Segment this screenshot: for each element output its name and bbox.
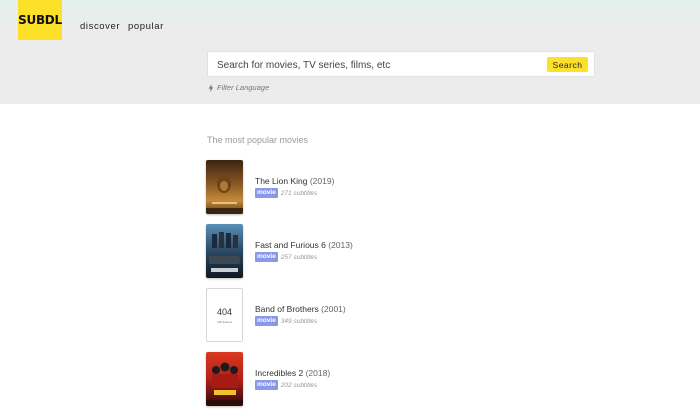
movie-title-text: Incredibles 2 — [255, 368, 304, 378]
movie-meta: movie 202 subtitles — [255, 380, 317, 390]
movie-title[interactable]: The Lion King (2019) — [255, 176, 334, 186]
movie-item[interactable]: The Lion King (2019) movie 271 subtitles — [206, 160, 506, 216]
fast-furious-poster[interactable] — [206, 224, 243, 278]
nav-popular[interactable]: popular — [128, 21, 164, 32]
movie-item[interactable]: Fast and Furious 6 (2013) movie 257 subt… — [206, 224, 506, 280]
lion-king-poster[interactable] — [206, 160, 243, 214]
movie-title[interactable]: Incredibles 2 (2018) — [255, 368, 330, 378]
movie-year: (2018) — [305, 368, 331, 378]
subtitle-count: 257 subtitles — [280, 253, 318, 261]
poster-image — [206, 352, 243, 406]
movie-title-text: Band of Brothers — [255, 304, 319, 314]
subtitle-count: 202 subtitles — [280, 381, 318, 389]
type-badge: movie — [255, 188, 278, 198]
filter-language-link[interactable]: Filter Language — [208, 83, 269, 92]
movie-title[interactable]: Fast and Furious 6 (2013) — [255, 240, 353, 250]
search-input[interactable] — [217, 58, 537, 72]
filter-language-label: Filter Language — [217, 83, 270, 92]
logo[interactable]: SUBDL — [18, 0, 62, 40]
type-badge: movie — [255, 380, 278, 390]
movie-year: (2019) — [309, 176, 335, 186]
bolt-icon — [208, 83, 214, 92]
poster-image — [206, 160, 243, 214]
poster-image — [206, 224, 243, 278]
poster-404-code: 404 — [216, 306, 233, 317]
type-badge: movie — [255, 252, 278, 262]
search-button[interactable]: Search — [547, 57, 588, 72]
type-badge: movie — [255, 316, 278, 326]
movie-item[interactable]: Incredibles 2 (2018) movie 202 subtitles — [206, 352, 506, 408]
logo-text: SUBDL — [18, 13, 62, 27]
subtitle-count: 271 subtitles — [280, 189, 318, 197]
not-found-poster[interactable]: 404 Not Found — [206, 288, 243, 342]
incredibles-poster[interactable] — [206, 352, 243, 406]
nav-discover[interactable]: discover — [80, 21, 120, 32]
movie-year: (2013) — [328, 240, 353, 250]
search-box: Search — [207, 51, 595, 77]
movie-meta: movie 271 subtitles — [255, 188, 317, 198]
subtitle-count: 349 subtitles — [280, 317, 318, 325]
poster-404-text: Not Found — [217, 319, 232, 324]
movie-item[interactable]: 404 Not Found Band of Brothers (2001) mo… — [206, 288, 506, 344]
movie-meta: movie 349 subtitles — [255, 316, 317, 326]
movie-title-text: The Lion King — [255, 176, 308, 186]
movie-title[interactable]: Band of Brothers (2001) — [255, 304, 346, 314]
movie-title-text: Fast and Furious 6 — [255, 240, 326, 250]
section-title: The most popular movies — [207, 135, 309, 145]
movie-year: (2001) — [321, 304, 346, 314]
movie-meta: movie 257 subtitles — [255, 252, 317, 262]
header-bar: SUBDL discover popular Search Filter Lan… — [0, 0, 700, 104]
